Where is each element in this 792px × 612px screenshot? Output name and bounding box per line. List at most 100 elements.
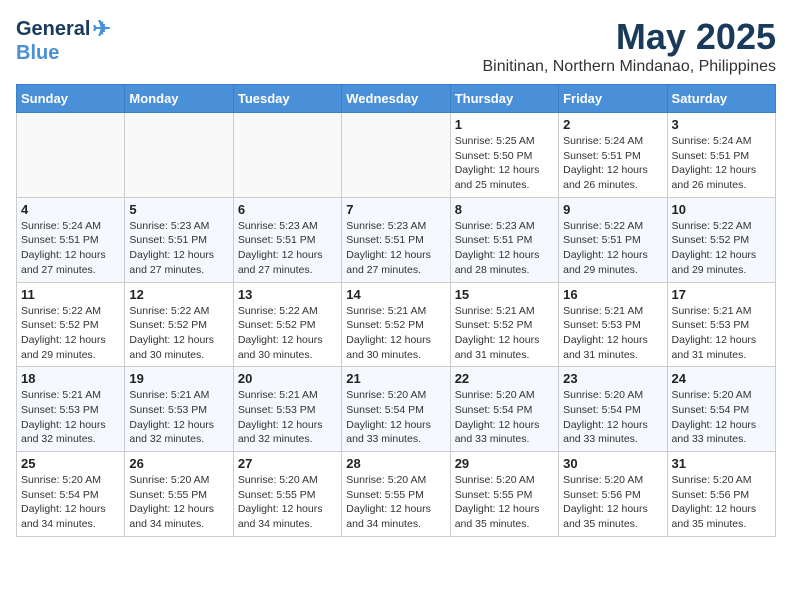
day-number: 6 <box>238 202 337 217</box>
day-number: 30 <box>563 456 662 471</box>
calendar-cell: 5Sunrise: 5:23 AMSunset: 5:51 PMDaylight… <box>125 197 233 282</box>
calendar-cell: 21 Sunrise: 5:20 AMSunset: 5:54 PMDayligh… <box>342 367 450 452</box>
day-info: Sunrise: 5:20 AMSunset: 5:54 PMDaylight:… <box>455 388 554 447</box>
calendar-cell: 3 Sunrise: 5:24 AMSunset: 5:51 PMDaylight… <box>667 113 775 198</box>
day-number: 3 <box>672 117 771 132</box>
month-title: May 2025 <box>482 16 776 58</box>
day-info: Sunrise: 5:20 AMSunset: 5:54 PMDaylight:… <box>672 388 771 447</box>
day-info: Sunrise: 5:22 AMSunset: 5:52 PMDaylight:… <box>129 304 228 363</box>
day-number: 23 <box>563 371 662 386</box>
day-info: Sunrise: 5:24 AMSunset: 5:51 PMDaylight:… <box>672 134 771 193</box>
calendar-cell: 19Sunrise: 5:21 AMSunset: 5:53 PMDayligh… <box>125 367 233 452</box>
calendar-cell: 22Sunrise: 5:20 AMSunset: 5:54 PMDayligh… <box>450 367 558 452</box>
day-info: Sunrise: 5:20 AMSunset: 5:55 PMDaylight:… <box>238 473 337 532</box>
calendar-cell: 23 Sunrise: 5:20 AMSunset: 5:54 PMDayligh… <box>559 367 667 452</box>
day-number: 14 <box>346 287 445 302</box>
calendar-cell <box>17 113 125 198</box>
day-info: Sunrise: 5:22 AMSunset: 5:52 PMDaylight:… <box>21 304 120 363</box>
day-info: Sunrise: 5:20 AMSunset: 5:56 PMDaylight:… <box>563 473 662 532</box>
day-number: 21 <box>346 371 445 386</box>
day-number: 9 <box>563 202 662 217</box>
day-info: Sunrise: 5:21 AMSunset: 5:53 PMDaylight:… <box>238 388 337 447</box>
day-info: Sunrise: 5:22 AMSunset: 5:52 PMDaylight:… <box>238 304 337 363</box>
calendar-cell: 30 Sunrise: 5:20 AMSunset: 5:56 PMDayligh… <box>559 452 667 537</box>
day-number: 13 <box>238 287 337 302</box>
day-number: 31 <box>672 456 771 471</box>
calendar-cell <box>342 113 450 198</box>
calendar-cell: 29 Sunrise: 5:20 AMSunset: 5:55 PMDayligh… <box>450 452 558 537</box>
calendar-week-row: 4Sunrise: 5:24 AMSunset: 5:51 PMDaylight… <box>17 197 776 282</box>
day-number: 16 <box>563 287 662 302</box>
day-number: 8 <box>455 202 554 217</box>
logo-general-text: General <box>16 18 90 41</box>
logo-blue-text: Blue <box>16 42 59 65</box>
calendar-cell: 31 Sunrise: 5:20 AMSunset: 5:56 PMDayligh… <box>667 452 775 537</box>
calendar-cell: 24 Sunrise: 5:20 AMSunset: 5:54 PMDayligh… <box>667 367 775 452</box>
weekday-header-tuesday: Tuesday <box>233 85 341 113</box>
day-info: Sunrise: 5:23 AMSunset: 5:51 PMDaylight:… <box>455 219 554 278</box>
day-info: Sunrise: 5:20 AMSunset: 5:55 PMDaylight:… <box>455 473 554 532</box>
day-number: 26 <box>129 456 228 471</box>
day-info: Sunrise: 5:21 AMSunset: 5:53 PMDaylight:… <box>129 388 228 447</box>
day-info: Sunrise: 5:20 AMSunset: 5:55 PMDaylight:… <box>129 473 228 532</box>
day-info: Sunrise: 5:23 AMSunset: 5:51 PMDaylight:… <box>238 219 337 278</box>
calendar-cell: 2Sunrise: 5:24 AMSunset: 5:51 PMDaylight… <box>559 113 667 198</box>
calendar-week-row: 18 Sunrise: 5:21 AMSunset: 5:53 PMDayligh… <box>17 367 776 452</box>
calendar-week-row: 11 Sunrise: 5:22 AMSunset: 5:52 PMDayligh… <box>17 282 776 367</box>
page-header: General ✈ Blue May 2025 Binitinan, North… <box>16 16 776 76</box>
day-number: 15 <box>455 287 554 302</box>
day-number: 7 <box>346 202 445 217</box>
calendar-cell: 17Sunrise: 5:21 AMSunset: 5:53 PMDayligh… <box>667 282 775 367</box>
calendar-cell: 10Sunrise: 5:22 AMSunset: 5:52 PMDayligh… <box>667 197 775 282</box>
calendar-cell: 1 Sunrise: 5:25 AMSunset: 5:50 PMDaylight… <box>450 113 558 198</box>
calendar-cell: 13 Sunrise: 5:22 AMSunset: 5:52 PMDayligh… <box>233 282 341 367</box>
calendar-cell <box>125 113 233 198</box>
day-number: 18 <box>21 371 120 386</box>
calendar-cell: 4Sunrise: 5:24 AMSunset: 5:51 PMDaylight… <box>17 197 125 282</box>
calendar-week-row: 25 Sunrise: 5:20 AMSunset: 5:54 PMDayligh… <box>17 452 776 537</box>
day-info: Sunrise: 5:20 AMSunset: 5:54 PMDaylight:… <box>563 388 662 447</box>
day-info: Sunrise: 5:20 AMSunset: 5:55 PMDaylight:… <box>346 473 445 532</box>
day-number: 28 <box>346 456 445 471</box>
day-number: 5 <box>129 202 228 217</box>
logo-bird-icon: ✈ <box>92 16 110 42</box>
calendar-cell: 26 Sunrise: 5:20 AMSunset: 5:55 PMDayligh… <box>125 452 233 537</box>
calendar-cell: 25 Sunrise: 5:20 AMSunset: 5:54 PMDayligh… <box>17 452 125 537</box>
day-number: 25 <box>21 456 120 471</box>
day-number: 12 <box>129 287 228 302</box>
day-info: Sunrise: 5:22 AMSunset: 5:52 PMDaylight:… <box>672 219 771 278</box>
weekday-header-row: SundayMondayTuesdayWednesdayThursdayFrid… <box>17 85 776 113</box>
day-info: Sunrise: 5:25 AMSunset: 5:50 PMDaylight:… <box>455 134 554 193</box>
calendar-cell: 27Sunrise: 5:20 AMSunset: 5:55 PMDayligh… <box>233 452 341 537</box>
day-info: Sunrise: 5:24 AMSunset: 5:51 PMDaylight:… <box>563 134 662 193</box>
day-number: 29 <box>455 456 554 471</box>
day-number: 20 <box>238 371 337 386</box>
calendar-cell: 11 Sunrise: 5:22 AMSunset: 5:52 PMDayligh… <box>17 282 125 367</box>
weekday-header-saturday: Saturday <box>667 85 775 113</box>
day-info: Sunrise: 5:21 AMSunset: 5:53 PMDaylight:… <box>563 304 662 363</box>
weekday-header-sunday: Sunday <box>17 85 125 113</box>
day-number: 11 <box>21 287 120 302</box>
day-number: 1 <box>455 117 554 132</box>
weekday-header-monday: Monday <box>125 85 233 113</box>
day-info: Sunrise: 5:21 AMSunset: 5:53 PMDaylight:… <box>21 388 120 447</box>
day-number: 24 <box>672 371 771 386</box>
day-info: Sunrise: 5:24 AMSunset: 5:51 PMDaylight:… <box>21 219 120 278</box>
calendar-cell: 16 Sunrise: 5:21 AMSunset: 5:53 PMDayligh… <box>559 282 667 367</box>
calendar-cell: 18 Sunrise: 5:21 AMSunset: 5:53 PMDayligh… <box>17 367 125 452</box>
title-section: May 2025 Binitinan, Northern Mindanao, P… <box>482 16 776 76</box>
calendar-table: SundayMondayTuesdayWednesdayThursdayFrid… <box>16 84 776 537</box>
calendar-cell: 6 Sunrise: 5:23 AMSunset: 5:51 PMDaylight… <box>233 197 341 282</box>
weekday-header-thursday: Thursday <box>450 85 558 113</box>
day-info: Sunrise: 5:20 AMSunset: 5:54 PMDaylight:… <box>346 388 445 447</box>
day-info: Sunrise: 5:20 AMSunset: 5:54 PMDaylight:… <box>21 473 120 532</box>
calendar-cell <box>233 113 341 198</box>
calendar-cell: 28 Sunrise: 5:20 AMSunset: 5:55 PMDayligh… <box>342 452 450 537</box>
calendar-cell: 8 Sunrise: 5:23 AMSunset: 5:51 PMDaylight… <box>450 197 558 282</box>
calendar-cell: 12 Sunrise: 5:22 AMSunset: 5:52 PMDayligh… <box>125 282 233 367</box>
logo: General ✈ Blue <box>16 16 111 65</box>
day-info: Sunrise: 5:20 AMSunset: 5:56 PMDaylight:… <box>672 473 771 532</box>
calendar-cell: 15Sunrise: 5:21 AMSunset: 5:52 PMDayligh… <box>450 282 558 367</box>
day-info: Sunrise: 5:21 AMSunset: 5:53 PMDaylight:… <box>672 304 771 363</box>
weekday-header-friday: Friday <box>559 85 667 113</box>
